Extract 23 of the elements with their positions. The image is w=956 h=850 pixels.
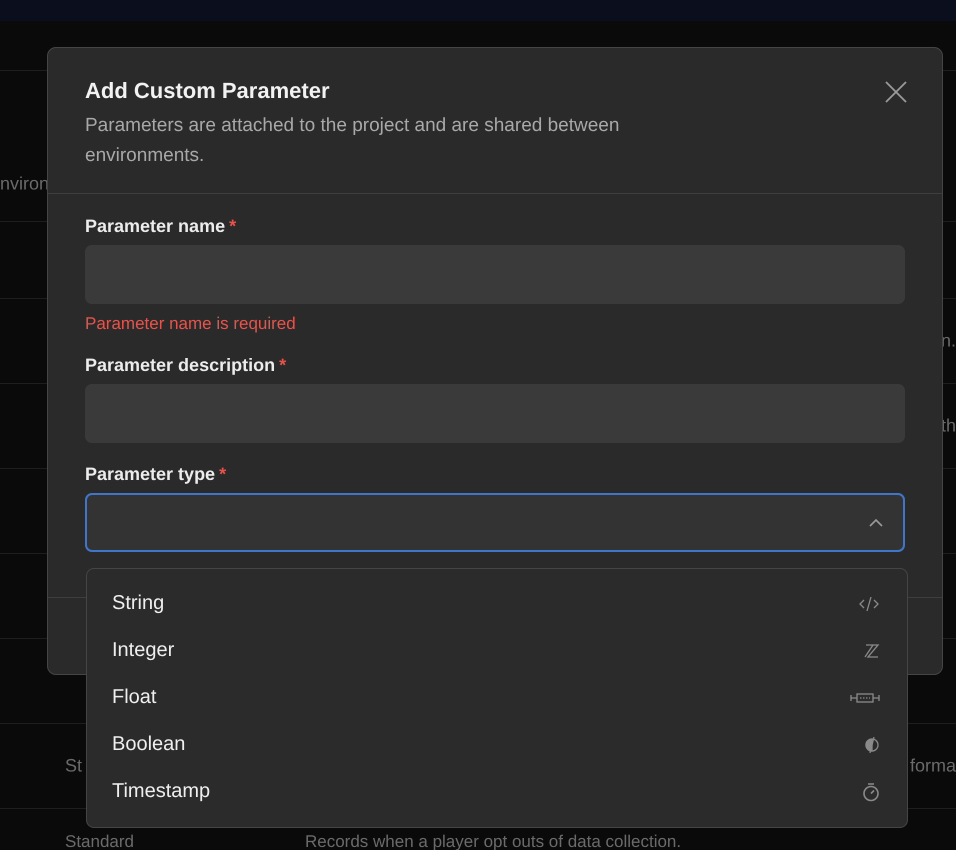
field-label: Parameter type * [85,464,226,485]
ruler-icon [850,690,880,704]
dialog-title: Add Custom Parameter [85,77,330,105]
menu-item[interactable]: Timestamp [87,768,907,815]
dialog-description: Parameters are attached to the project and are shared between environments. [85,114,620,168]
error-message: Parameter name is required [85,314,297,334]
chevron-icon [869,518,883,526]
menu-item[interactable]: String [87,580,907,627]
table-cell: St [65,756,82,776]
half-circle-icon [864,734,880,754]
type-select[interactable] [85,493,905,552]
stopwatch-icon [862,782,880,802]
integer-icon [864,642,880,658]
menu-item[interactable]: Boolean [87,721,907,768]
table-cell: forma [910,756,956,776]
close-icon[interactable] [884,80,908,104]
field-label: Parameter name * [85,216,236,237]
menu-item[interactable]: Integer [87,627,907,674]
menu-item[interactable]: Float [87,674,907,721]
field-label: Parameter description * [85,355,286,376]
table-cell: Standard [65,833,134,850]
code-icon [858,594,880,612]
table-cell: nviron [0,173,50,194]
